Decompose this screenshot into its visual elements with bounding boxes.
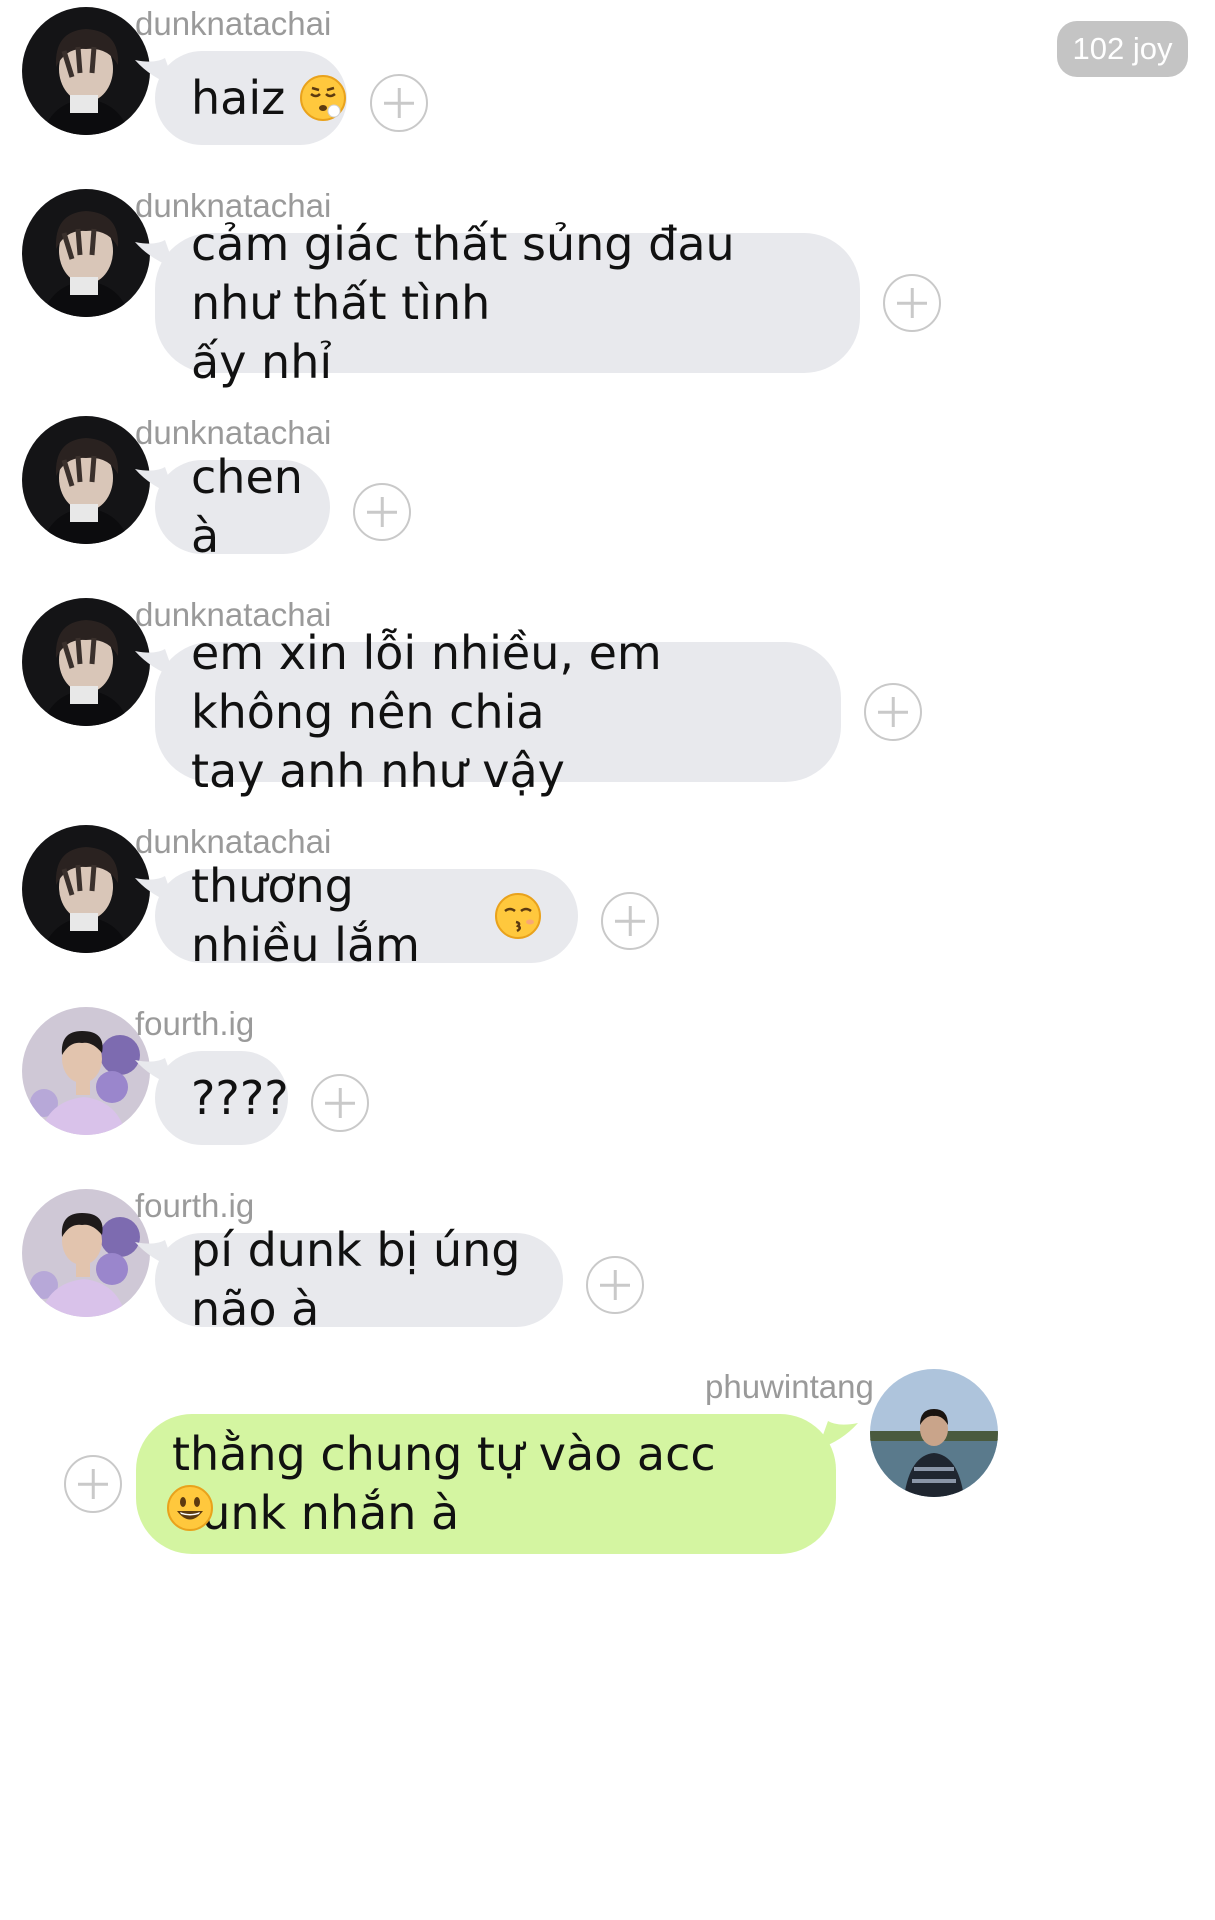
message-text: cảm giác thất sủng đau như thất tình ấy …: [191, 216, 735, 389]
message-text: pí dunk bị úng não à: [191, 1223, 536, 1336]
add-reaction-button[interactable]: [883, 274, 941, 332]
add-reaction-button[interactable]: [370, 74, 428, 132]
message-bubble[interactable]: ????: [155, 1051, 289, 1145]
user-avatar[interactable]: [22, 416, 150, 544]
message-bubble[interactable]: haiz: [155, 51, 347, 145]
message-bubble[interactable]: chen à: [155, 450, 330, 563]
user-avatar[interactable]: [22, 825, 150, 953]
add-reaction-button[interactable]: [311, 1074, 369, 1132]
add-reaction-button[interactable]: [353, 483, 411, 541]
message-username: fourth.ig: [135, 1005, 255, 1042]
add-reaction-button[interactable]: [586, 1256, 644, 1314]
message-text: thằng chung tự vào acc dunk nhắn à: [172, 1427, 731, 1540]
user-avatar[interactable]: [22, 189, 150, 317]
message-username: dunknatachai: [135, 823, 332, 860]
message-bubble[interactable]: pí dunk bị úng não à: [155, 1223, 563, 1336]
message-text: ????: [191, 1070, 289, 1125]
kissing-face-icon: [494, 892, 542, 940]
message-text: haiz: [191, 70, 286, 125]
message-username: dunknatachai: [135, 5, 332, 42]
add-reaction-button[interactable]: [601, 892, 659, 950]
message-bubble[interactable]: thương nhiều lắm: [155, 859, 578, 972]
smiling-face-icon: [166, 1484, 214, 1532]
message-username: dunknatachai: [135, 414, 332, 451]
user-avatar[interactable]: [22, 7, 150, 135]
user-avatar[interactable]: [22, 1189, 150, 1317]
user-avatar[interactable]: [870, 1369, 998, 1497]
user-avatar[interactable]: [22, 1007, 150, 1135]
message-username: fourth.ig: [135, 1187, 255, 1224]
message-counter-badge: 102 joy: [1057, 21, 1188, 77]
message-bubble[interactable]: cảm giác thất sủng đau như thất tình ấy …: [155, 217, 860, 389]
message-text: thương nhiều lắm: [191, 859, 420, 972]
user-avatar[interactable]: [22, 598, 150, 726]
message-text: chen à: [191, 450, 318, 563]
message-bubble[interactable]: em xin lỗi nhiều, em không nên chia tay …: [155, 626, 841, 798]
message-text: em xin lỗi nhiều, em không nên chia tay …: [191, 625, 662, 798]
message-username: phuwintang: [705, 1368, 874, 1405]
sleepy-face-icon: [299, 74, 347, 122]
add-reaction-button[interactable]: [64, 1455, 122, 1513]
add-reaction-button[interactable]: [864, 683, 922, 741]
message-bubble[interactable]: thằng chung tự vào acc dunk nhắn à: [136, 1414, 836, 1554]
